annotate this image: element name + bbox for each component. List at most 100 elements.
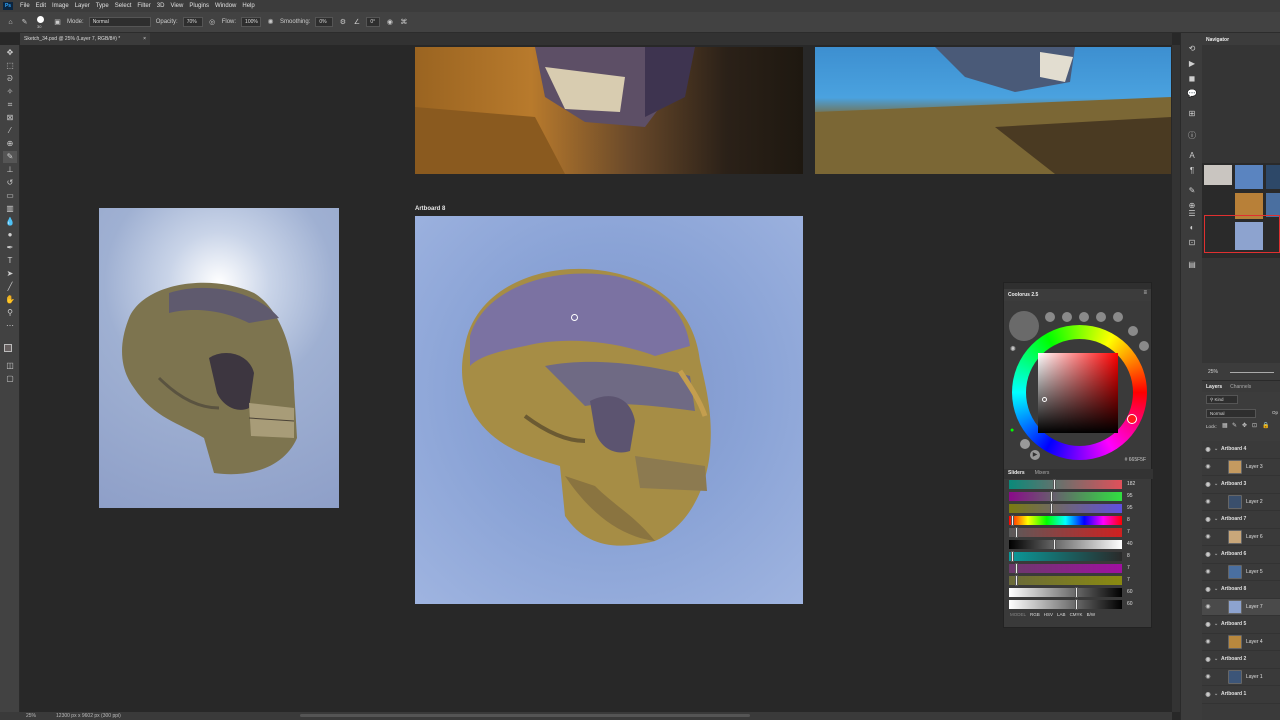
visibility-eye-icon[interactable]: ◉ bbox=[1202, 586, 1214, 593]
navigator-view-box[interactable] bbox=[1204, 215, 1280, 253]
tab-layers[interactable]: Layers bbox=[1206, 384, 1222, 390]
layer-comps-panel-icon[interactable]: ▤ bbox=[1186, 259, 1198, 271]
brush-tool-icon-active[interactable]: ✎ bbox=[3, 151, 17, 163]
harmony-button-4[interactable] bbox=[1096, 312, 1106, 322]
visibility-eye-icon[interactable]: ◉ bbox=[1202, 481, 1214, 488]
artboard-painting-blue[interactable] bbox=[815, 47, 1171, 174]
vertical-scrollbar[interactable] bbox=[1172, 45, 1180, 712]
gear-icon[interactable]: ⚙ bbox=[338, 18, 347, 27]
actions-panel-icon[interactable]: ▶ bbox=[1186, 58, 1198, 70]
layer-row[interactable]: ◉ Layer 5 bbox=[1202, 564, 1280, 581]
zoom-tool-icon[interactable]: ⚲ bbox=[3, 307, 17, 319]
slider-value[interactable]: 7 bbox=[1127, 577, 1130, 583]
document-tab[interactable]: Sketch_34.psd @ 25% (Layer 7, RGB/8#) * … bbox=[20, 33, 150, 45]
layer-group-row[interactable]: ◉ ⌄ Artboard 2 bbox=[1202, 651, 1280, 669]
artboard-label[interactable]: Artboard 8 bbox=[415, 206, 445, 212]
hue-picker-handle[interactable] bbox=[1127, 414, 1137, 424]
eyedropper-tool-icon[interactable]: ⁄ bbox=[3, 125, 17, 137]
color-slider-track[interactable] bbox=[1009, 539, 1122, 550]
slider-knob[interactable] bbox=[1075, 599, 1078, 610]
menu-type[interactable]: Type bbox=[93, 3, 112, 9]
libraries-panel-icon[interactable]: ⊞ bbox=[1186, 108, 1198, 120]
slider-knob[interactable] bbox=[1011, 551, 1015, 562]
visibility-eye-icon[interactable]: ◉ bbox=[1202, 603, 1214, 610]
angle-field[interactable]: 0° bbox=[366, 17, 381, 27]
layer-group-row[interactable]: ◉ ⌄ Artboard 8 bbox=[1202, 581, 1280, 599]
brush-settings-icon[interactable]: ▣ bbox=[53, 18, 62, 27]
menu-window[interactable]: Window bbox=[212, 3, 239, 9]
symmetry-icon[interactable]: ⌘ bbox=[399, 18, 408, 27]
blend-mode-dropdown[interactable]: Normal bbox=[1206, 409, 1256, 418]
menu-plugins[interactable]: Plugins bbox=[186, 3, 212, 9]
quick-select-tool-icon[interactable]: ✧ bbox=[3, 86, 17, 98]
harmony-button-3[interactable] bbox=[1079, 312, 1089, 322]
status-zoom[interactable]: 25% bbox=[26, 713, 36, 719]
chevron-down-icon[interactable]: ⌄ bbox=[1214, 481, 1221, 487]
harmony-button-6[interactable] bbox=[1128, 326, 1138, 336]
lock-artboard-icon[interactable]: ⊡ bbox=[1252, 422, 1257, 429]
harmony-button-1[interactable] bbox=[1045, 312, 1055, 322]
tab-mixers[interactable]: Mixers bbox=[1035, 470, 1050, 478]
swap-icon[interactable] bbox=[1020, 439, 1030, 449]
slider-knob[interactable] bbox=[1049, 503, 1053, 514]
navigator-zoom-value[interactable]: 25% bbox=[1208, 369, 1218, 375]
layer-row[interactable]: ◉ Layer 3 bbox=[1202, 459, 1280, 476]
slider-value[interactable]: 8 bbox=[1127, 553, 1130, 559]
harmony-button-2[interactable] bbox=[1062, 312, 1072, 322]
chevron-down-icon[interactable]: ⌄ bbox=[1214, 586, 1221, 592]
slider-knob[interactable] bbox=[1049, 491, 1053, 502]
menu-3d[interactable]: 3D bbox=[154, 3, 168, 9]
visibility-eye-icon[interactable]: ◉ bbox=[1202, 533, 1214, 540]
artboard-painting-orange[interactable] bbox=[415, 47, 803, 174]
mode-rgb[interactable]: RGB bbox=[1030, 612, 1040, 617]
horizontal-scrollbar[interactable] bbox=[300, 714, 750, 717]
chevron-down-icon[interactable]: ⌄ bbox=[1214, 656, 1221, 662]
brush-tool-icon[interactable]: ✎ bbox=[20, 18, 29, 27]
saturation-value-square[interactable] bbox=[1038, 353, 1118, 433]
menu-edit[interactable]: Edit bbox=[33, 3, 49, 9]
visibility-eye-icon[interactable]: ◉ bbox=[1202, 446, 1214, 453]
pen-tool-icon[interactable]: ✒ bbox=[3, 242, 17, 254]
menu-select[interactable]: Select bbox=[112, 3, 135, 9]
slider-knob[interactable] bbox=[1014, 527, 1018, 538]
harmony-button-5[interactable] bbox=[1113, 312, 1123, 322]
slider-knob[interactable] bbox=[1075, 587, 1078, 598]
visibility-eye-icon[interactable]: ◉ bbox=[1202, 516, 1214, 523]
color-slider-track[interactable] bbox=[1009, 515, 1122, 526]
mode-cmyk[interactable]: CMYK bbox=[1070, 612, 1083, 617]
slider-value[interactable]: 40 bbox=[1127, 541, 1133, 547]
slider-value[interactable]: 8 bbox=[1127, 517, 1130, 523]
frame-tool-icon[interactable]: ⊠ bbox=[3, 112, 17, 124]
harmony-button-7[interactable] bbox=[1139, 341, 1149, 351]
navigator-title[interactable]: Navigator bbox=[1206, 37, 1229, 43]
blur-tool-icon[interactable]: 💧 bbox=[3, 216, 17, 228]
layer-row[interactable]: ◉ Layer 1 bbox=[1202, 669, 1280, 686]
menu-view[interactable]: View bbox=[167, 3, 186, 9]
marquee-tool-icon[interactable]: ⬚ bbox=[3, 60, 17, 72]
stamp-tool-icon[interactable]: ⊥ bbox=[3, 164, 17, 176]
menu-layer[interactable]: Layer bbox=[72, 3, 93, 9]
menu-filter[interactable]: Filter bbox=[134, 3, 153, 9]
slider-knob[interactable] bbox=[1014, 575, 1018, 586]
character-panel-icon[interactable]: A bbox=[1186, 150, 1198, 162]
artboard-8-painting[interactable] bbox=[415, 216, 803, 604]
crop-tool-icon[interactable]: ⌗ bbox=[3, 99, 17, 111]
mode-dropdown[interactable]: Normal bbox=[88, 17, 151, 27]
flow-field[interactable]: 100% bbox=[241, 17, 262, 27]
quick-mask-icon[interactable]: ◫ bbox=[3, 360, 17, 372]
zoom-slider[interactable] bbox=[1230, 372, 1274, 373]
lock-pixels-icon[interactable]: ▦ bbox=[1222, 422, 1228, 429]
chevron-down-icon[interactable]: ⌄ bbox=[1214, 551, 1221, 557]
layer-group-row[interactable]: ◉ ⌄ Artboard 4 bbox=[1202, 441, 1280, 459]
brush-preset-picker[interactable]: 30 bbox=[34, 15, 48, 29]
panel-menu-icon[interactable]: ≡ bbox=[1143, 290, 1147, 296]
properties-panel-icon[interactable]: ◼ bbox=[1186, 73, 1198, 85]
tab-channels[interactable]: Channels bbox=[1230, 384, 1251, 390]
home-icon[interactable]: ⌂ bbox=[6, 18, 15, 27]
chevron-down-icon[interactable]: ⌄ bbox=[1214, 621, 1221, 627]
hex-value[interactable]: # 665F5F bbox=[1012, 457, 1146, 463]
coolorus-title[interactable]: Coolorus 2.5 bbox=[1008, 292, 1038, 298]
layer-group-row[interactable]: ◉ ⌄ Artboard 7 bbox=[1202, 511, 1280, 529]
color-slider-track[interactable] bbox=[1009, 575, 1122, 586]
type-tool-icon[interactable]: T bbox=[3, 255, 17, 267]
